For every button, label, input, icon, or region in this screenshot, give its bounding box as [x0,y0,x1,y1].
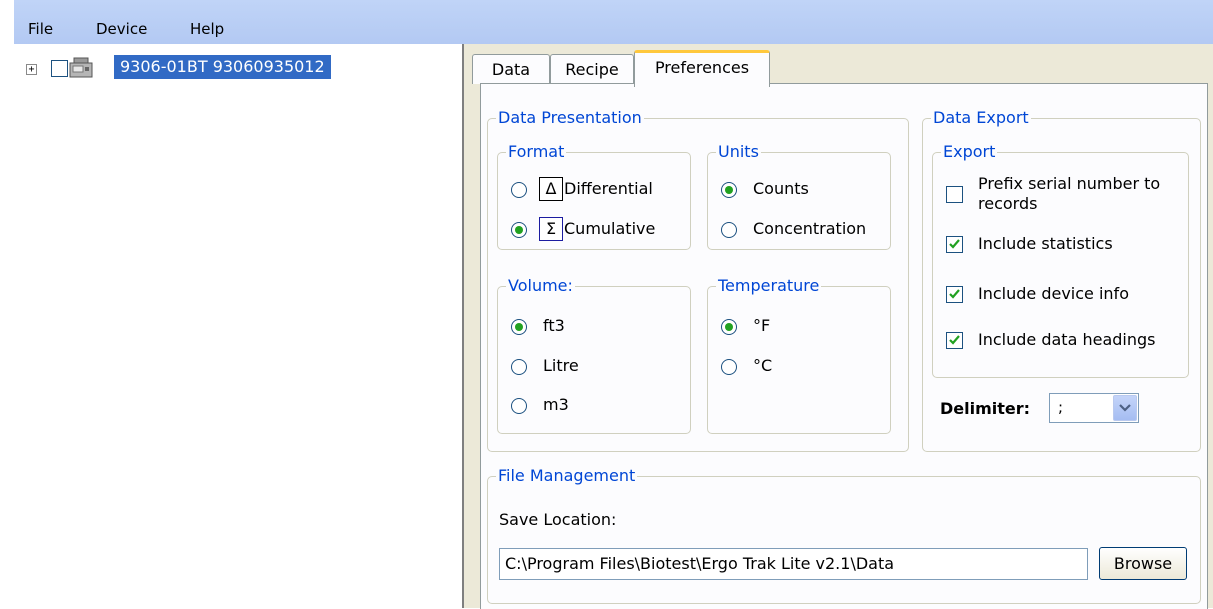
file-management-group: File Management Save Location: C:\Progra… [487,466,1201,604]
format-title: Format [506,142,567,162]
file-management-title: File Management [496,466,638,486]
preferences-tab-page: Data Presentation Format Δ Differential … [480,83,1208,609]
menu-bar: File Device Help [0,0,1213,44]
tab-preferences[interactable]: Preferences [634,50,770,87]
tab-recipe[interactable]: Recipe [550,54,634,84]
concentration-label[interactable]: Concentration [753,219,866,239]
include-statistics-label[interactable]: Include statistics [978,234,1113,254]
menu-bar-edge [0,0,14,44]
celsius-label[interactable]: °C [753,356,772,376]
checkmark-icon [949,335,960,345]
units-title: Units [716,142,761,162]
celsius-radio[interactable] [721,359,737,375]
tab-data[interactable]: Data [472,54,550,84]
sigma-icon: Σ [539,217,563,241]
prefix-serial-label-line2[interactable]: records [978,194,1037,214]
tree-expander-icon[interactable]: + [26,64,37,75]
data-export-title: Data Export [931,108,1031,128]
prefix-serial-checkbox[interactable] [946,186,963,203]
volume-group: Volume: ft3 Litre m3 [497,276,691,434]
m3-label[interactable]: m3 [543,395,569,415]
counts-label[interactable]: Counts [753,179,809,199]
device-tree: + 9306-01BT 93060935012 [14,44,464,608]
checkmark-icon [949,289,960,299]
menu-file[interactable]: File [28,20,53,38]
chevron-down-icon[interactable] [1113,395,1137,421]
fahrenheit-radio[interactable] [721,319,737,335]
volume-title: Volume: [506,276,575,296]
data-presentation-group: Data Presentation Format Δ Differential … [487,108,909,452]
ft3-label[interactable]: ft3 [543,316,565,336]
tree-node-checkbox[interactable] [51,60,68,77]
cumulative-radio[interactable] [511,222,527,238]
save-location-input[interactable]: C:\Program Files\Biotest\Ergo Trak Lite … [499,548,1088,580]
include-device-info-label[interactable]: Include device info [978,284,1129,304]
checkmark-icon [949,239,960,249]
delimiter-label: Delimiter: [940,399,1031,418]
prefix-serial-label-line1[interactable]: Prefix serial number to [978,174,1160,194]
units-group: Units Counts Concentration [707,142,891,250]
delimiter-select[interactable]: ; [1049,393,1139,423]
delta-icon: Δ [539,177,563,201]
right-panel: Data Recipe Preferences Data Presentatio… [464,44,1213,609]
include-data-headings-label[interactable]: Include data headings [978,330,1155,350]
data-export-group: Data Export Export Prefix serial number … [922,108,1201,452]
export-group: Export Prefix serial number to records I… [932,142,1189,378]
cumulative-label[interactable]: Cumulative [564,219,655,239]
include-data-headings-checkbox[interactable] [946,332,963,349]
include-statistics-checkbox[interactable] [946,236,963,253]
tree-node-label[interactable]: 9306-01BT 93060935012 [114,55,331,79]
export-title: Export [941,142,998,162]
differential-label[interactable]: Differential [564,179,653,199]
m3-radio[interactable] [511,398,527,414]
particle-counter-icon [68,56,94,80]
menu-device[interactable]: Device [96,20,147,38]
menu-help[interactable]: Help [190,20,224,38]
ft3-radio[interactable] [511,319,527,335]
counts-radio[interactable] [721,182,737,198]
concentration-radio[interactable] [721,222,737,238]
litre-radio[interactable] [511,359,527,375]
differential-radio[interactable] [511,182,527,198]
temperature-title: Temperature [716,276,822,296]
save-location-label: Save Location: [499,510,617,529]
delimiter-value: ; [1058,398,1064,416]
data-presentation-title: Data Presentation [496,108,644,128]
temperature-group: Temperature °F °C [707,276,891,434]
litre-label[interactable]: Litre [543,356,579,376]
browse-button[interactable]: Browse [1099,547,1187,580]
include-device-info-checkbox[interactable] [946,286,963,303]
format-group: Format Δ Differential Σ Cumulative [497,142,691,250]
fahrenheit-label[interactable]: °F [753,316,770,336]
